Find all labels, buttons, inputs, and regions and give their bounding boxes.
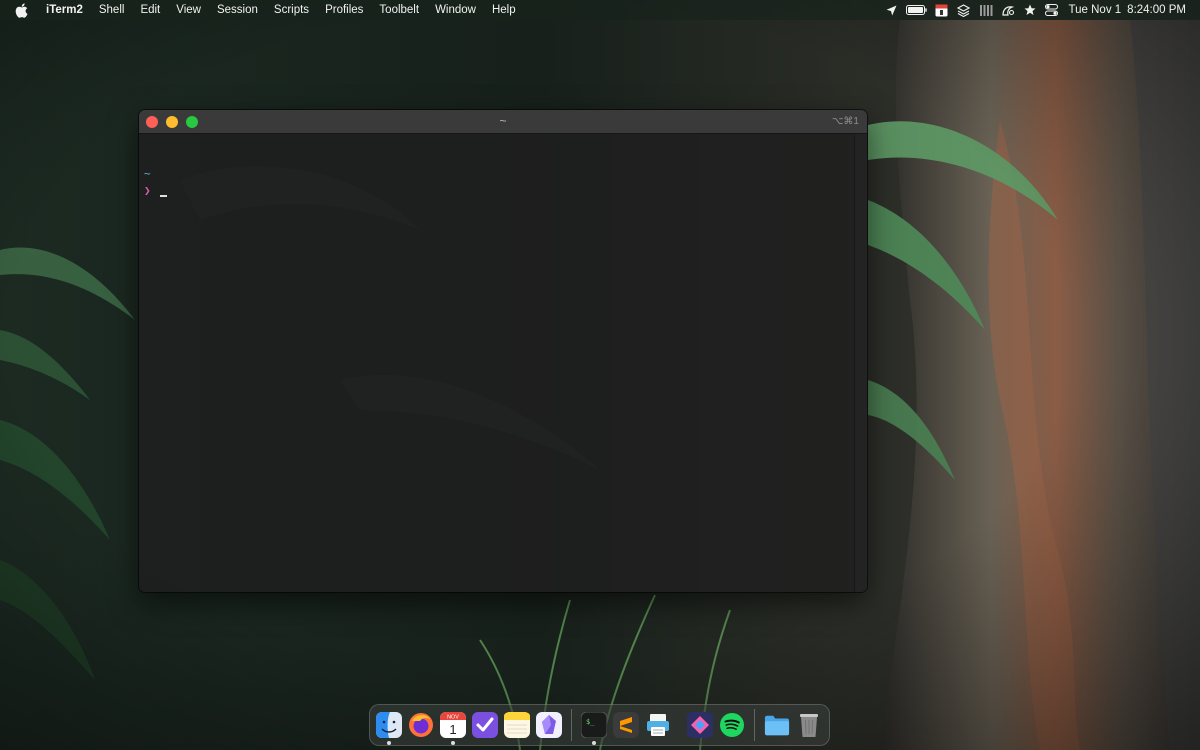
menu-bar: iTerm2 Shell Edit View Session Scripts P…	[0, 0, 1200, 20]
iterm-window[interactable]: ~ ⌥⌘1 ~ ❯	[139, 110, 867, 592]
terminal-icon-label: $_	[586, 718, 595, 726]
clock-date: Tue Nov 1	[1068, 4, 1122, 16]
prompt-symbol: ❯	[144, 184, 151, 197]
prompt-line[interactable]: ❯	[144, 184, 167, 197]
calendar-icon[interactable]: NOV 1	[440, 712, 466, 745]
obsidian-icon[interactable]	[536, 712, 562, 738]
window-titlebar[interactable]: ~ ⌥⌘1	[139, 110, 867, 134]
finder-icon[interactable]	[376, 712, 402, 745]
text-cursor	[159, 195, 167, 197]
folder-icon[interactable]	[764, 712, 790, 738]
control-center-icon[interactable]	[1044, 3, 1060, 17]
status-area: Tue Nov 1 8:24:00 PM	[881, 0, 1200, 20]
menu-view[interactable]: View	[168, 0, 209, 20]
calendar-day-label: 1	[449, 722, 456, 737]
menu-scripts[interactable]: Scripts	[266, 0, 317, 20]
running-indicator	[451, 741, 455, 745]
terminal-content[interactable]: ~ ❯	[139, 134, 867, 592]
firefox-icon[interactable]	[408, 712, 434, 738]
battery-icon[interactable]	[906, 3, 928, 17]
layers-icon[interactable]	[956, 3, 972, 17]
location-arrow-icon[interactable]	[884, 3, 900, 17]
running-indicator	[592, 741, 596, 745]
current-directory: ~	[144, 167, 151, 180]
running-indicator	[387, 741, 391, 745]
menu-shell[interactable]: Shell	[91, 0, 133, 20]
calendar-month-label: NOV	[447, 715, 459, 721]
menu-edit[interactable]: Edit	[132, 0, 168, 20]
calendar-icon[interactable]	[934, 3, 950, 17]
menu-toolbelt[interactable]: Toolbelt	[371, 0, 427, 20]
menu-window[interactable]: Window	[427, 0, 484, 20]
checkmark-app-icon[interactable]	[472, 712, 498, 738]
printer-icon[interactable]	[645, 712, 671, 738]
menu-help[interactable]: Help	[484, 0, 524, 20]
menu-session[interactable]: Session	[209, 0, 266, 20]
scrollbar[interactable]	[854, 134, 867, 592]
spotify-icon[interactable]	[719, 712, 745, 738]
trash-icon[interactable]	[796, 712, 822, 738]
terminal-icon[interactable]: $_	[581, 712, 607, 745]
menu-app-name[interactable]: iTerm2	[44, 0, 91, 20]
star-icon[interactable]	[1022, 3, 1038, 17]
dock-separator	[571, 709, 572, 741]
clock-time: 8:24:00 PM	[1127, 4, 1186, 16]
sublime-icon[interactable]	[613, 712, 639, 738]
shortcuts-icon[interactable]	[687, 712, 713, 738]
window-title: ~	[499, 114, 507, 128]
dock: NOV 1 $_	[369, 704, 830, 746]
apple-icon[interactable]	[15, 2, 31, 18]
menu-profiles[interactable]: Profiles	[317, 0, 371, 20]
night-shift-icon[interactable]	[1000, 3, 1016, 17]
window-shortcut-label: ⌥⌘1	[831, 116, 859, 127]
menu-clock[interactable]: Tue Nov 1 8:24:00 PM	[1069, 4, 1186, 16]
notes-icon[interactable]	[504, 712, 530, 738]
activity-monitor-icon[interactable]	[978, 3, 994, 17]
dock-separator	[754, 709, 755, 741]
